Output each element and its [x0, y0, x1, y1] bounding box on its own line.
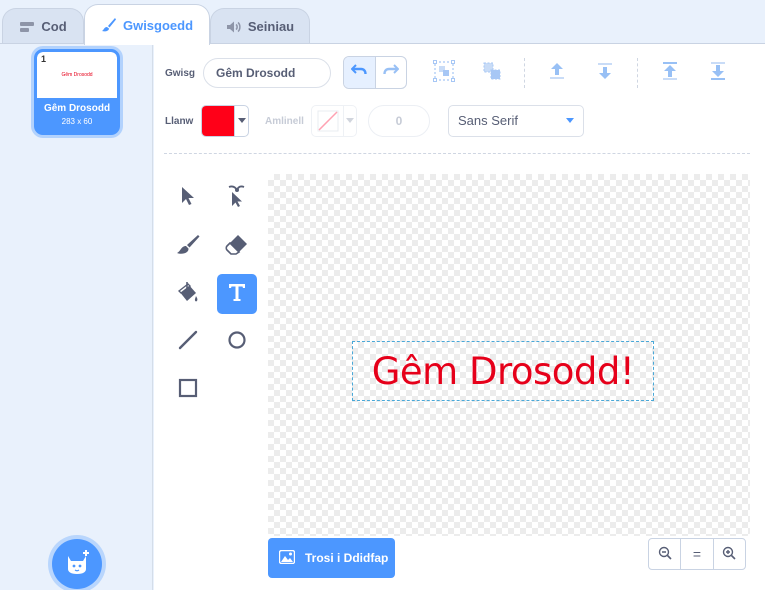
- speaker-icon: [226, 19, 242, 35]
- paint-bucket-icon: [176, 280, 200, 309]
- undo-icon: [350, 63, 367, 82]
- paintbrush-icon: [176, 233, 200, 260]
- undo-button[interactable]: [344, 57, 376, 88]
- tab-sounds-label: Seiniau: [247, 19, 295, 34]
- brush-tool[interactable]: [168, 226, 208, 266]
- zoom-in-button[interactable]: [714, 539, 745, 569]
- toolbar-separator: [524, 58, 525, 88]
- fill-tool[interactable]: [168, 274, 208, 314]
- outline-color-picker[interactable]: [311, 105, 357, 137]
- font-dropdown[interactable]: Sans Serif: [448, 105, 584, 137]
- zoom-out-button[interactable]: [649, 539, 682, 569]
- costume-size: 283 x 60: [61, 117, 93, 126]
- caret-down-icon: [566, 118, 574, 123]
- eraser-tool[interactable]: [217, 226, 257, 266]
- costume-name-label: Gwisg: [165, 68, 196, 79]
- no-color-icon: [312, 106, 343, 136]
- group-button[interactable]: [432, 59, 456, 87]
- toolbar-divider: [164, 153, 750, 154]
- convert-to-bitmap-label: Trosi i Ddidfap: [305, 551, 389, 565]
- tab-costumes[interactable]: Gwisgoedd: [84, 4, 210, 45]
- costume-thumbnail: 1 Gêm Drosodd: [37, 52, 117, 98]
- fill-label: Llanw: [165, 116, 194, 127]
- arrow-down-icon: [594, 60, 616, 87]
- code-icon: [19, 19, 35, 35]
- undo-redo-group: [343, 56, 407, 89]
- redo-button[interactable]: [376, 57, 407, 88]
- select-tool[interactable]: [168, 178, 208, 218]
- front-button[interactable]: [658, 61, 682, 85]
- circle-icon: [226, 329, 248, 356]
- ungroup-button[interactable]: [480, 61, 504, 85]
- fill-color-picker[interactable]: [201, 105, 249, 137]
- tab-code[interactable]: Cod: [2, 8, 84, 44]
- zoom-out-icon: [658, 546, 672, 563]
- costume-list-pane: 1 Gêm Drosodd Gêm Drosodd 283 x 60: [0, 44, 153, 590]
- costume-preview-text: Gêm Drosodd: [61, 72, 93, 78]
- tab-costumes-label: Gwisgoedd: [122, 17, 194, 33]
- arrow-up-icon: [546, 60, 568, 87]
- add-costume-button[interactable]: [52, 539, 102, 589]
- outline-width-input[interactable]: 0: [368, 105, 430, 137]
- rectangle-tool[interactable]: [168, 370, 208, 410]
- backward-button[interactable]: [593, 61, 617, 85]
- chevron-down-icon: [234, 106, 248, 136]
- image-icon: [278, 549, 296, 567]
- font-dropdown-value: Sans Serif: [458, 113, 518, 128]
- zoom-in-icon: [722, 546, 736, 563]
- line-tool[interactable]: [168, 322, 208, 362]
- text-tool[interactable]: [217, 274, 257, 314]
- outline-label: Amlinell: [265, 116, 304, 127]
- line-icon: [177, 329, 199, 356]
- eraser-icon: [225, 233, 249, 260]
- toolbar-separator: [637, 58, 638, 88]
- text-selection-box[interactable]: Gêm Drosodd!: [352, 341, 654, 401]
- convert-to-bitmap-button[interactable]: Trosi i Ddidfap: [268, 538, 395, 578]
- reshape-tool[interactable]: [217, 178, 257, 218]
- reshape-icon: [226, 184, 248, 213]
- group-icon: [433, 59, 455, 87]
- tab-code-label: Cod: [41, 19, 67, 34]
- zoom-controls: =: [648, 538, 746, 570]
- chevron-down-icon: [343, 106, 356, 136]
- zoom-reset-button[interactable]: =: [681, 539, 714, 569]
- redo-icon: [383, 63, 400, 82]
- fill-color-swatch: [202, 106, 234, 136]
- bring-to-front-icon: [659, 60, 681, 87]
- canvas-text: Gêm Drosodd!: [371, 349, 635, 393]
- text-icon: [226, 281, 248, 308]
- forward-button[interactable]: [545, 61, 569, 85]
- ungroup-icon: [481, 60, 503, 87]
- back-button[interactable]: [706, 61, 730, 85]
- paint-editor: Gwisg Gêm Drosodd Llanw Amlinell 0 Sans …: [154, 44, 765, 590]
- zoom-reset-label: =: [692, 546, 702, 562]
- costume-name-input[interactable]: Gêm Drosodd: [203, 58, 331, 88]
- cat-add-icon: [63, 548, 91, 581]
- cursor-icon: [179, 185, 197, 212]
- tab-sounds[interactable]: Seiniau: [210, 8, 310, 44]
- editor-tab-bar: Cod Gwisgoedd Seiniau: [0, 0, 765, 45]
- paint-canvas[interactable]: Gêm Drosodd!: [268, 174, 750, 536]
- rectangle-icon: [177, 377, 199, 404]
- circle-tool[interactable]: [217, 322, 257, 362]
- costume-tile[interactable]: 1 Gêm Drosodd Gêm Drosodd 283 x 60: [34, 49, 120, 135]
- costume-name: Gêm Drosodd: [43, 103, 111, 114]
- brush-icon: [101, 17, 117, 33]
- send-to-back-icon: [707, 60, 729, 87]
- costume-number: 1: [41, 54, 47, 64]
